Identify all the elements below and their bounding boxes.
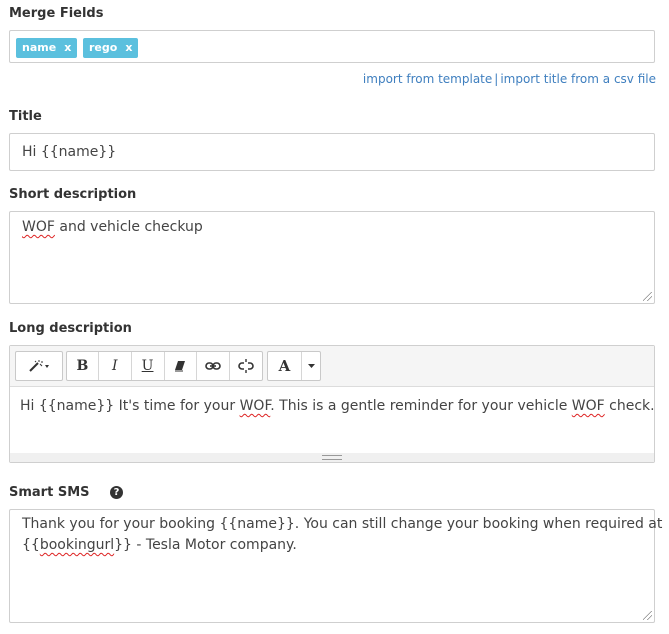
import-title-csv-link[interactable]: import title from a csv file — [500, 72, 656, 86]
sms-text-part: }} - Tesla Motor company. — [114, 537, 297, 553]
editor-resize-grip[interactable] — [322, 455, 342, 460]
format-button-group: B I U — [66, 351, 263, 381]
chevron-down-icon[interactable] — [302, 352, 320, 380]
magic-wand-icon[interactable] — [16, 352, 62, 380]
title-label: Title — [9, 109, 42, 124]
smart-sms-line1: Thank you for your booking {{name}}. You… — [22, 516, 663, 532]
remove-tag-button[interactable]: x — [64, 41, 71, 54]
import-links: import from template | import title from a… — [363, 72, 656, 86]
smart-sms-textarea[interactable]: Thank you for your booking {{name}}. You… — [9, 509, 662, 623]
long-description-label: Long description — [9, 321, 132, 336]
merge-tag-rego: rego x — [83, 38, 139, 58]
smart-sms-label: Smart SMS — [9, 485, 90, 500]
remove-tag-button[interactable]: x — [125, 41, 132, 54]
eraser-icon[interactable] — [165, 352, 198, 380]
spellcheck-word: bookingurl — [39, 537, 115, 553]
spellcheck-word: WOF — [22, 219, 55, 235]
merge-tag-name: name x — [16, 38, 78, 58]
import-from-template-link[interactable]: import from template — [363, 72, 492, 86]
short-description-textarea[interactable]: WOF and vehicle checkup — [9, 211, 655, 304]
font-color-group: A — [267, 351, 321, 381]
editor-toolbar: B I U A — [10, 346, 654, 387]
spellcheck-word: WOF — [239, 398, 271, 414]
font-color-button[interactable]: A — [268, 352, 302, 380]
bold-button[interactable]: B — [67, 352, 99, 380]
long-description-content[interactable]: Hi {{name}} It's time for your WOF. This… — [20, 398, 655, 414]
long-text-part: check. — [604, 398, 655, 414]
underline-button[interactable]: U — [132, 352, 165, 380]
editor-statusbar — [10, 453, 654, 462]
merge-fields-input[interactable]: name x rego x — [9, 30, 655, 63]
long-text-part: Hi {{name}} It's time for your — [20, 398, 240, 414]
short-description-text: and vehicle checkup — [54, 219, 203, 235]
short-description-value: WOF and vehicle checkup — [22, 219, 203, 235]
merge-tag-label: rego — [89, 41, 118, 54]
merge-fields-label: Merge Fields — [9, 6, 104, 21]
unlink-icon[interactable] — [230, 352, 262, 380]
question-circle-icon[interactable]: ? — [110, 486, 123, 499]
link-separator: | — [494, 72, 499, 86]
merge-tag-label: name — [22, 41, 57, 54]
italic-button[interactable]: I — [99, 352, 132, 380]
link-icon[interactable] — [197, 352, 231, 380]
sms-text-part: {{ — [22, 537, 40, 553]
resize-handle[interactable] — [643, 292, 652, 301]
resize-handle[interactable] — [643, 611, 652, 620]
long-description-editor: B I U A Hi {{name}} It's time for your W… — [9, 345, 655, 463]
title-value: Hi {{name}} — [22, 144, 117, 160]
smart-sms-line2: {{bookingurl}} - Tesla Motor company. — [22, 537, 297, 553]
short-description-label: Short description — [9, 187, 137, 202]
style-dropdown[interactable] — [15, 351, 63, 381]
spellcheck-word: WOF — [571, 398, 605, 414]
long-text-part: . This is a gentle reminder for your veh… — [270, 398, 572, 414]
title-input[interactable]: Hi {{name}} — [9, 133, 655, 171]
